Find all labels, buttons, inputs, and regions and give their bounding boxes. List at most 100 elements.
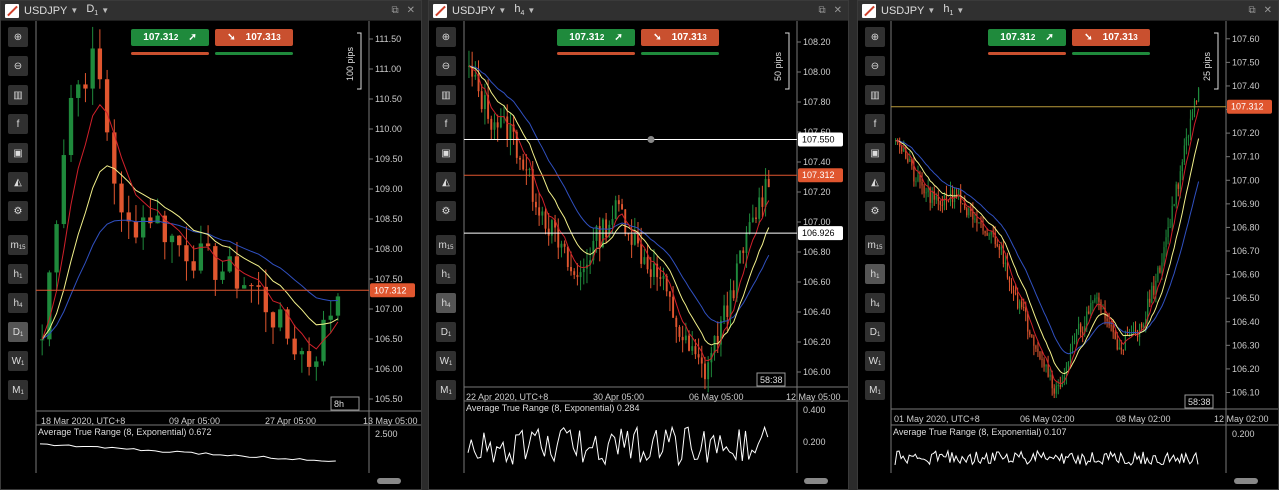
candle — [1057, 379, 1059, 395]
candle — [614, 195, 617, 220]
x-tick-label: 01 May 2020, UTC+8 — [894, 414, 980, 424]
broker-logo-icon — [5, 3, 19, 18]
y-tick-label: 107.10 — [1232, 152, 1260, 162]
candle — [939, 200, 941, 212]
candle-countdown: 58:38 — [760, 375, 783, 385]
candle — [931, 187, 933, 209]
chevron-down-icon[interactable]: ▼ — [956, 6, 964, 15]
y-tick-label: 106.80 — [803, 247, 831, 257]
candle — [1108, 312, 1110, 329]
close-icon[interactable]: ✕ — [834, 5, 842, 16]
x-tick-label: 22 Apr 2020, UTC+8 — [466, 392, 548, 402]
quote-buttons: 107.312 ➚ ➘ 107.313 — [988, 29, 1150, 46]
x-tick-label: 12 May 02:00 — [1214, 414, 1269, 424]
timeframe-selector[interactable]: D1 — [86, 3, 98, 17]
candle — [953, 187, 956, 209]
bid-price: 107.312 — [569, 32, 604, 43]
horizontal-scrollbar[interactable] — [804, 478, 828, 484]
quote-buttons: 107.312 ➚ ➘ 107.313 — [557, 29, 719, 46]
sell-sentiment-bar — [557, 52, 635, 55]
horizontal-scrollbar[interactable] — [1234, 478, 1258, 484]
close-icon[interactable]: ✕ — [1264, 5, 1272, 16]
bid-button[interactable]: 107.312 ➚ — [988, 29, 1066, 46]
candle — [1185, 128, 1187, 155]
detach-icon[interactable]: ⧉ — [391, 5, 398, 16]
y-tick-label: 106.40 — [803, 307, 831, 317]
candle — [468, 50, 470, 79]
candle — [490, 115, 493, 140]
symbol-selector[interactable]: USDJPY — [452, 5, 495, 17]
candle — [566, 246, 569, 271]
ask-button[interactable]: ➘ 107.313 — [1072, 29, 1150, 46]
arrow-up-icon: ➚ — [188, 32, 197, 43]
candle — [541, 206, 544, 225]
y-tick-label: 108.00 — [803, 67, 831, 77]
ask-button[interactable]: ➘ 107.313 — [215, 29, 293, 46]
candle — [1029, 329, 1031, 338]
moving-average-red — [895, 108, 1200, 385]
chevron-down-icon[interactable]: ▼ — [101, 6, 109, 15]
bid-button[interactable]: 107.312 ➚ — [557, 29, 635, 46]
chevron-down-icon[interactable]: ▼ — [498, 6, 506, 15]
candle — [104, 69, 110, 141]
arrow-down-icon: ➘ — [227, 32, 236, 43]
candle — [177, 235, 182, 257]
bid-main: 107.31 — [143, 32, 174, 43]
close-icon[interactable]: ✕ — [407, 5, 415, 16]
chevron-down-icon[interactable]: ▼ — [927, 6, 935, 15]
candle — [493, 113, 496, 140]
price-chart[interactable]: 107.60107.50107.40107.30107.20107.10107.… — [858, 21, 1278, 490]
detach-icon[interactable]: ⧉ — [818, 5, 825, 16]
candle — [630, 219, 633, 258]
candle — [1035, 344, 1037, 352]
timeframe-sub: 4 — [520, 10, 525, 18]
candle — [1039, 351, 1041, 361]
candle — [525, 154, 528, 185]
symbol-selector[interactable]: USDJPY — [881, 5, 924, 17]
candle — [1088, 305, 1090, 315]
candle — [1193, 98, 1196, 118]
bid-button[interactable]: 107.312 ➚ — [131, 29, 209, 46]
candle — [1073, 333, 1076, 345]
y-tick-label: 107.00 — [803, 217, 831, 227]
y-tick-label: 106.00 — [375, 364, 403, 374]
candle — [1078, 316, 1080, 335]
chevron-down-icon[interactable]: ▼ — [70, 6, 78, 15]
horizontal-scrollbar[interactable] — [377, 478, 401, 484]
candle — [758, 187, 761, 225]
candle — [656, 256, 659, 291]
detach-icon[interactable]: ⧉ — [1248, 5, 1255, 16]
moving-average-blue — [468, 65, 770, 324]
symbol-selector[interactable]: USDJPY — [24, 5, 67, 17]
timeframe-selector[interactable]: h1 — [943, 3, 953, 17]
ask-pip: 3 — [1133, 33, 1138, 42]
candle — [966, 206, 968, 218]
chart-panel-2: USDJPY ▼ h4 ▼ ⧉ ✕ ⊕ ⊖ ▥ f ▣ ◭ ⚙ m 15 h 1 h 4 D 1 W 1 M 1 108.20 10… — [428, 0, 849, 490]
candle — [1139, 323, 1141, 346]
candle — [263, 269, 268, 333]
candle — [1191, 108, 1194, 121]
candle — [499, 108, 502, 129]
timeframe-selector[interactable]: h4 — [514, 3, 524, 17]
y-tick-label: 106.70 — [1232, 246, 1260, 256]
bid-pip: 2 — [173, 33, 179, 42]
candle — [1098, 292, 1100, 311]
hline-price-label: 107.550 — [802, 135, 835, 145]
candle — [119, 171, 124, 232]
ask-price: 107.313 — [1103, 32, 1138, 43]
moving-average-yellow — [895, 138, 1200, 375]
price-chart[interactable]: 108.20108.00107.80107.60107.40107.20107.… — [429, 21, 848, 490]
moving-average-blue — [895, 140, 1200, 355]
candle-countdown: 8h — [334, 399, 344, 409]
candle — [704, 356, 706, 390]
candle — [1012, 285, 1015, 301]
ask-price: 107.313 — [246, 32, 281, 43]
chevron-down-icon[interactable]: ▼ — [527, 6, 535, 15]
bid-pip: 2 — [1030, 33, 1036, 42]
price-chart[interactable]: 111.50 111.00 110.50 110.00 109.50 109.00 108.… — [1, 21, 421, 490]
candle — [292, 324, 297, 360]
broker-logo-icon — [862, 3, 876, 18]
ask-button[interactable]: ➘ 107.313 — [641, 29, 719, 46]
line-drag-handle[interactable] — [647, 136, 655, 143]
y-tick-label: 108.00 — [375, 244, 403, 254]
